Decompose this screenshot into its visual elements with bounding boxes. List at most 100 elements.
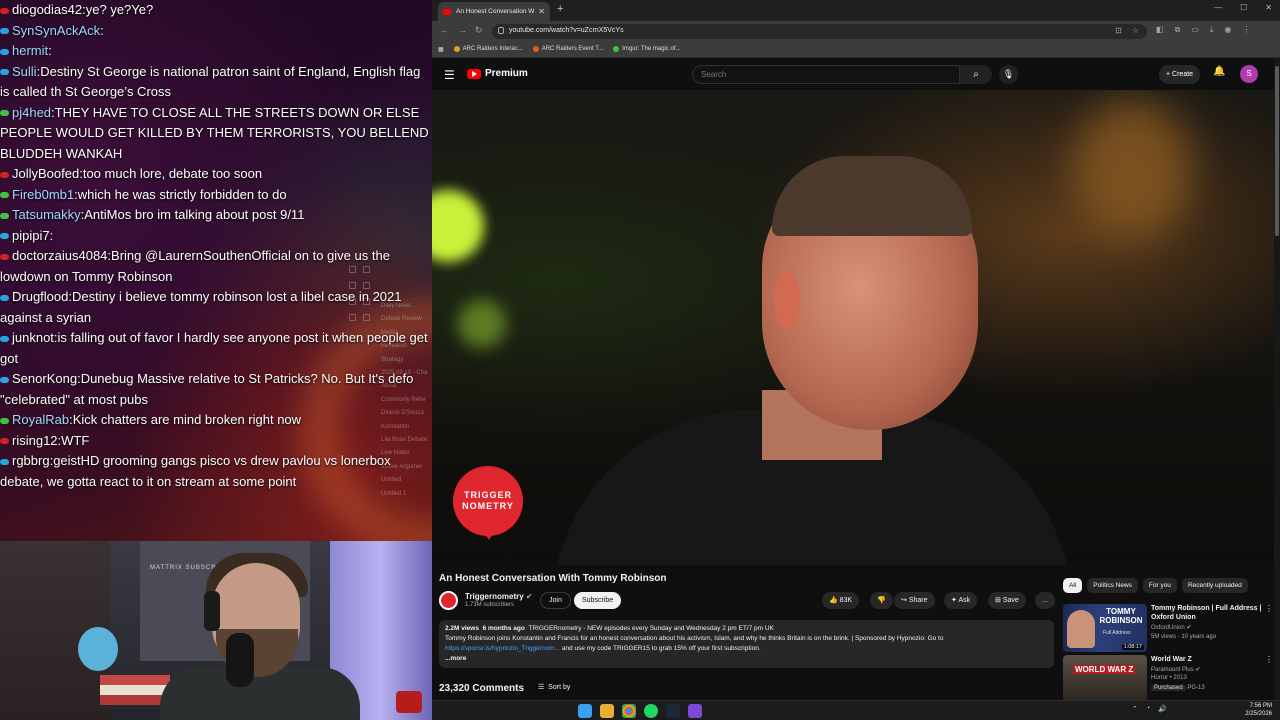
video-thumbnail[interactable]: TOMMY ROBINSON Full Address 1:08:17 [1063, 604, 1147, 652]
logo-line-2: NOMETRY [462, 501, 514, 511]
chat-username[interactable]: RoyalRab [12, 412, 69, 427]
page-scrollbar[interactable] [1274, 58, 1280, 700]
sponsor-link[interactable]: https://sponsr.is/hypnozio_Triggernom... [445, 645, 560, 652]
more-options-icon[interactable]: ⋮ [1265, 655, 1273, 664]
share-button[interactable]: ↪ Share [894, 592, 935, 609]
more-actions-button[interactable]: ... [1035, 592, 1055, 609]
description-box[interactable]: 2.2M views 6 months ago TRIGGERnometry -… [439, 620, 1054, 668]
filter-chip[interactable]: Recently uploaded [1181, 578, 1248, 593]
minimize-icon[interactable]: — [1214, 3, 1222, 12]
clock-date: 2/25/2026 [1245, 711, 1272, 717]
bookmark-label: ARC Raiders Event T... [541, 46, 604, 52]
chat-text: too much lore, debate too soon [82, 166, 263, 181]
account-avatar[interactable]: S [1240, 65, 1258, 83]
voice-search-button[interactable]: 🎙 [999, 65, 1018, 84]
extensions-puzzle-icon[interactable]: ⧉ [1175, 25, 1181, 35]
channel-name[interactable]: Triggernometry ✔ [465, 592, 533, 601]
browser-menu-icon[interactable]: ⋮ [1242, 25, 1250, 35]
chrome-icon[interactable] [622, 704, 636, 718]
chat-username[interactable]: rgbbrg [12, 453, 50, 468]
chat-username[interactable]: pipipi7 [12, 228, 50, 243]
chat-username[interactable]: hermit [12, 43, 48, 58]
chat-message: RoyalRab:Kick chatters are mind broken r… [0, 410, 432, 431]
youtube-premium-logo[interactable]: Premium [467, 68, 528, 79]
back-icon[interactable]: ← [440, 25, 449, 35]
spotify-icon[interactable] [644, 704, 658, 718]
ask-button[interactable]: ✦ Ask [944, 592, 978, 609]
site-info-icon[interactable] [498, 27, 504, 34]
sidebar-icon[interactable]: ▭ [1191, 25, 1199, 35]
purchase-info: Purchased PG-13 [1151, 685, 1205, 691]
chat-username[interactable]: SynSynAckAck [12, 23, 100, 38]
bookmark-item[interactable]: ARC Raiders Interac... [453, 46, 523, 52]
recommended-title[interactable]: Tommy Robinson | Full Address | Oxford U… [1151, 604, 1263, 622]
taskbar-apps [578, 704, 702, 718]
filter-chip[interactable]: Politics News [1087, 578, 1138, 593]
chat-username[interactable]: pj4hed [12, 105, 51, 120]
background-bokeh-amber [1072, 100, 1192, 240]
maximize-icon[interactable]: ☐ [1240, 3, 1247, 12]
recommended-video[interactable]: WORLD WAR Z World War Z Paramount Plus ✔… [1063, 655, 1273, 703]
chat-username[interactable]: diogodias42 [12, 2, 82, 17]
chat-username[interactable]: junknot [12, 330, 54, 345]
start-menu-icon[interactable] [578, 704, 592, 718]
sort-comments-button[interactable]: ☰ Sort by [538, 683, 570, 691]
tab-youtube[interactable]: An Honest Conversation With T ✕ [438, 2, 550, 21]
profile-icon[interactable]: ◉ [1224, 25, 1231, 35]
bookmark-star-icon[interactable]: ☆ [1132, 26, 1139, 35]
omnibox[interactable]: youtube.com/watch?v=uZcrnX5VcYs ⊡ ☆ [492, 24, 1147, 39]
install-app-icon[interactable]: ⊡ [1115, 26, 1122, 35]
description-more[interactable]: ...more [445, 655, 466, 662]
reload-icon[interactable]: ↻ [475, 25, 483, 36]
download-icon[interactable]: ⤓ [1210, 25, 1214, 35]
obsidian-icon[interactable] [688, 704, 702, 718]
bookmark-item[interactable]: ARC Raiders Event T... [532, 46, 604, 52]
chat-username[interactable]: Tatsumakky [12, 207, 81, 222]
network-icon[interactable]: ◔ [1146, 705, 1150, 713]
hamburger-menu-icon[interactable]: ☰ [444, 68, 455, 82]
notifications-bell-icon[interactable]: 🔔 [1213, 66, 1225, 77]
new-tab-icon[interactable]: + [557, 3, 563, 15]
extension-icon[interactable]: ◧ [1156, 25, 1164, 35]
chat-username[interactable]: Fireb0mb1 [12, 187, 74, 202]
channel-avatar[interactable] [439, 591, 458, 610]
more-options-icon[interactable]: ⋮ [1265, 604, 1273, 613]
create-button[interactable]: + Create [1159, 65, 1201, 84]
chat-username[interactable]: JollyBoofed [12, 166, 79, 181]
video-player[interactable]: TRIGGER NOMETRY [432, 90, 1274, 565]
like-button[interactable]: 👍 83K [822, 592, 860, 609]
file-explorer-icon[interactable] [600, 704, 614, 718]
purchased-badge: Purchased [1151, 685, 1186, 691]
subscribe-button[interactable]: Subscribe [574, 592, 622, 609]
steam-icon[interactable] [666, 704, 680, 718]
chat-badge-icon [0, 335, 9, 342]
scrollbar-thumb[interactable] [1275, 66, 1279, 236]
recommended-channel[interactable]: Paramount Plus ✔ [1151, 666, 1200, 673]
youtube-brand-text: Premium [485, 68, 528, 79]
filter-chip[interactable]: For you [1142, 578, 1177, 593]
recommended-channel[interactable]: OxfordUnion ✔ [1151, 624, 1191, 631]
chat-username[interactable]: doctorzaius4084 [12, 248, 107, 263]
recommended-title[interactable]: World War Z [1151, 655, 1263, 664]
youtube-play-icon [467, 68, 481, 79]
forward-icon[interactable]: → [458, 25, 467, 35]
dislike-button[interactable]: 👎 [870, 592, 893, 609]
tray-chevron-icon[interactable]: ⌃ [1132, 705, 1138, 713]
apps-grid-icon[interactable]: ▦ [438, 46, 444, 53]
join-button[interactable]: Join [540, 592, 571, 609]
close-window-icon[interactable]: ✕ [1265, 3, 1272, 12]
search-button[interactable]: ⌕ [960, 65, 992, 84]
bookmark-item[interactable]: Imgur: The magic of... [613, 46, 681, 52]
filter-chip[interactable]: All [1063, 578, 1083, 593]
taskbar-clock[interactable]: 7:56 PM 2/25/2026 [1245, 702, 1272, 718]
video-thumbnail[interactable]: WORLD WAR Z [1063, 655, 1147, 703]
volume-icon[interactable]: 🔊 [1158, 705, 1167, 713]
search-input[interactable] [701, 70, 941, 79]
tab-close-icon[interactable]: ✕ [538, 7, 545, 16]
chat-username[interactable]: Drugflood [12, 289, 68, 304]
chat-username[interactable]: SenorKong [12, 371, 77, 386]
recommended-video[interactable]: TOMMY ROBINSON Full Address 1:08:17 Tomm… [1063, 604, 1273, 652]
chat-username[interactable]: Sulli [12, 64, 37, 79]
save-button[interactable]: ⊞ Save [988, 592, 1026, 609]
chat-username[interactable]: rising12 [12, 433, 58, 448]
